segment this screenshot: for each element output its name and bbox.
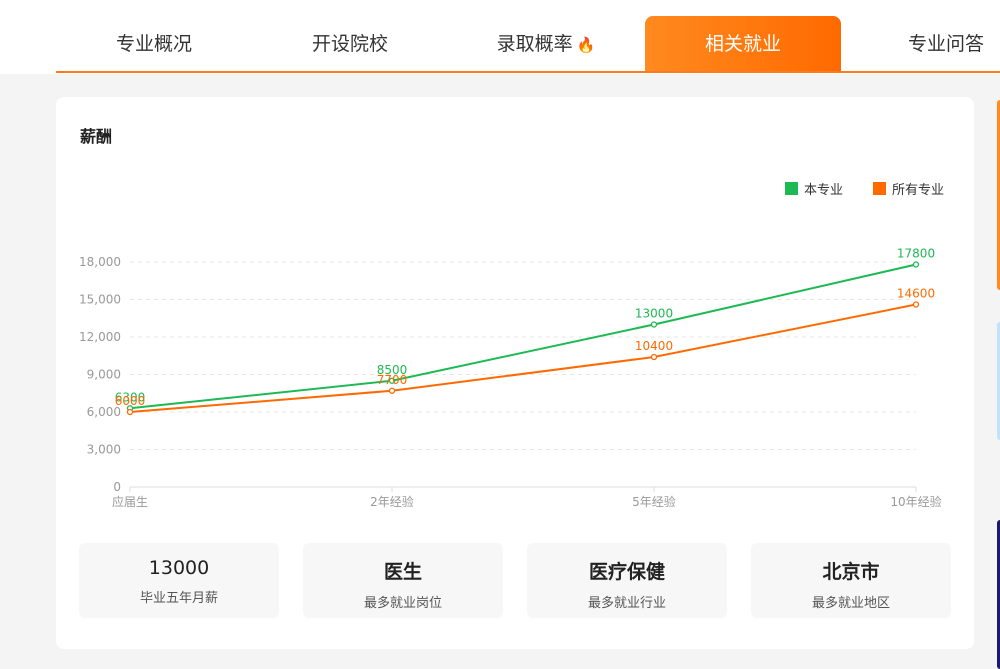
stat-five-year-salary: 13000 毕业五年月薪 xyxy=(79,543,279,618)
data-label: 10400 xyxy=(635,339,673,353)
series-line xyxy=(129,263,917,410)
legend-label: 所有专业 xyxy=(891,183,944,198)
data-point xyxy=(650,353,658,361)
data-label: 14600 xyxy=(897,287,935,301)
stat-top-position: 医生 最多就业岗位 xyxy=(303,543,503,618)
tab-bar: 专业概况 开设院校 录取概率 🔥 相关就业 专业问答 xyxy=(0,0,1000,74)
stat-top-region: 北京市 最多就业地区 xyxy=(751,543,951,618)
stat-label: 最多就业地区 xyxy=(811,596,890,611)
stat-value: 北京市 xyxy=(822,561,880,583)
data-point xyxy=(388,387,396,394)
tab-related-employment[interactable]: 相关就业 xyxy=(645,16,841,72)
y-tick-label: 18,000 xyxy=(79,255,121,269)
y-tick-label: 0 xyxy=(113,480,121,494)
x-tick-label: 2年经验 xyxy=(370,494,414,509)
y-tick-label: 12,000 xyxy=(79,330,121,344)
data-point xyxy=(912,301,920,308)
stat-label: 最多就业岗位 xyxy=(363,596,442,611)
legend-swatch-green xyxy=(784,182,798,195)
fire-icon: 🔥 xyxy=(576,36,596,54)
x-tick-label: 10年经验 xyxy=(890,494,941,509)
data-label: 13000 xyxy=(635,307,673,321)
salary-line-chart: 03,0006,0009,00012,00015,00018,000应届生 2年经… xyxy=(79,247,942,510)
data-point xyxy=(126,408,134,416)
stat-label: 最多就业行业 xyxy=(587,596,666,611)
legend-swatch-orange xyxy=(872,182,886,195)
y-tick-label: 9,000 xyxy=(87,368,121,382)
tab-label: 专业概况 xyxy=(115,33,192,55)
tab-label: 录取概率 xyxy=(496,33,573,55)
data-label: 17800 xyxy=(897,247,935,261)
tab-qa[interactable]: 专业问答 xyxy=(848,16,1000,72)
stat-label: 毕业五年月薪 xyxy=(139,591,218,606)
tab-schools[interactable]: 开设院校 xyxy=(252,16,448,72)
legend-item-major[interactable]: 本专业 xyxy=(784,179,843,198)
chart-legend: 本专业 所有专业 xyxy=(784,179,944,198)
tab-underline xyxy=(56,71,1000,73)
data-point xyxy=(650,321,658,328)
data-label: 6000 xyxy=(115,394,146,408)
stat-top-industry: 医疗保健 最多就业行业 xyxy=(527,543,727,618)
tab-major-overview[interactable]: 专业概况 xyxy=(56,16,252,72)
y-tick-label: 15,000 xyxy=(79,293,121,307)
legend-item-all-majors[interactable]: 所有专业 xyxy=(872,179,944,198)
x-tick-label: 5年经验 xyxy=(632,494,676,509)
x-tick-label: 应届生 xyxy=(112,494,148,509)
tab-admission-rate[interactable]: 录取概率 🔥 xyxy=(448,16,644,72)
data-label: 7700 xyxy=(377,373,408,387)
tab-label: 开设院校 xyxy=(311,33,388,55)
salary-card: 薪酬 0 3,000 6,000 9,000 12,000 15,000 18,000 应届生… xyxy=(56,97,974,649)
stat-value: 医生 xyxy=(383,561,422,583)
y-tick-label: 3,000 xyxy=(87,443,121,457)
stat-value: 13000 xyxy=(148,557,210,579)
data-point xyxy=(912,261,920,268)
legend-label: 本专业 xyxy=(803,183,843,198)
stat-value: 医疗保健 xyxy=(588,561,665,583)
tab-label: 相关就业 xyxy=(704,33,781,55)
tab-label: 专业问答 xyxy=(907,33,984,55)
